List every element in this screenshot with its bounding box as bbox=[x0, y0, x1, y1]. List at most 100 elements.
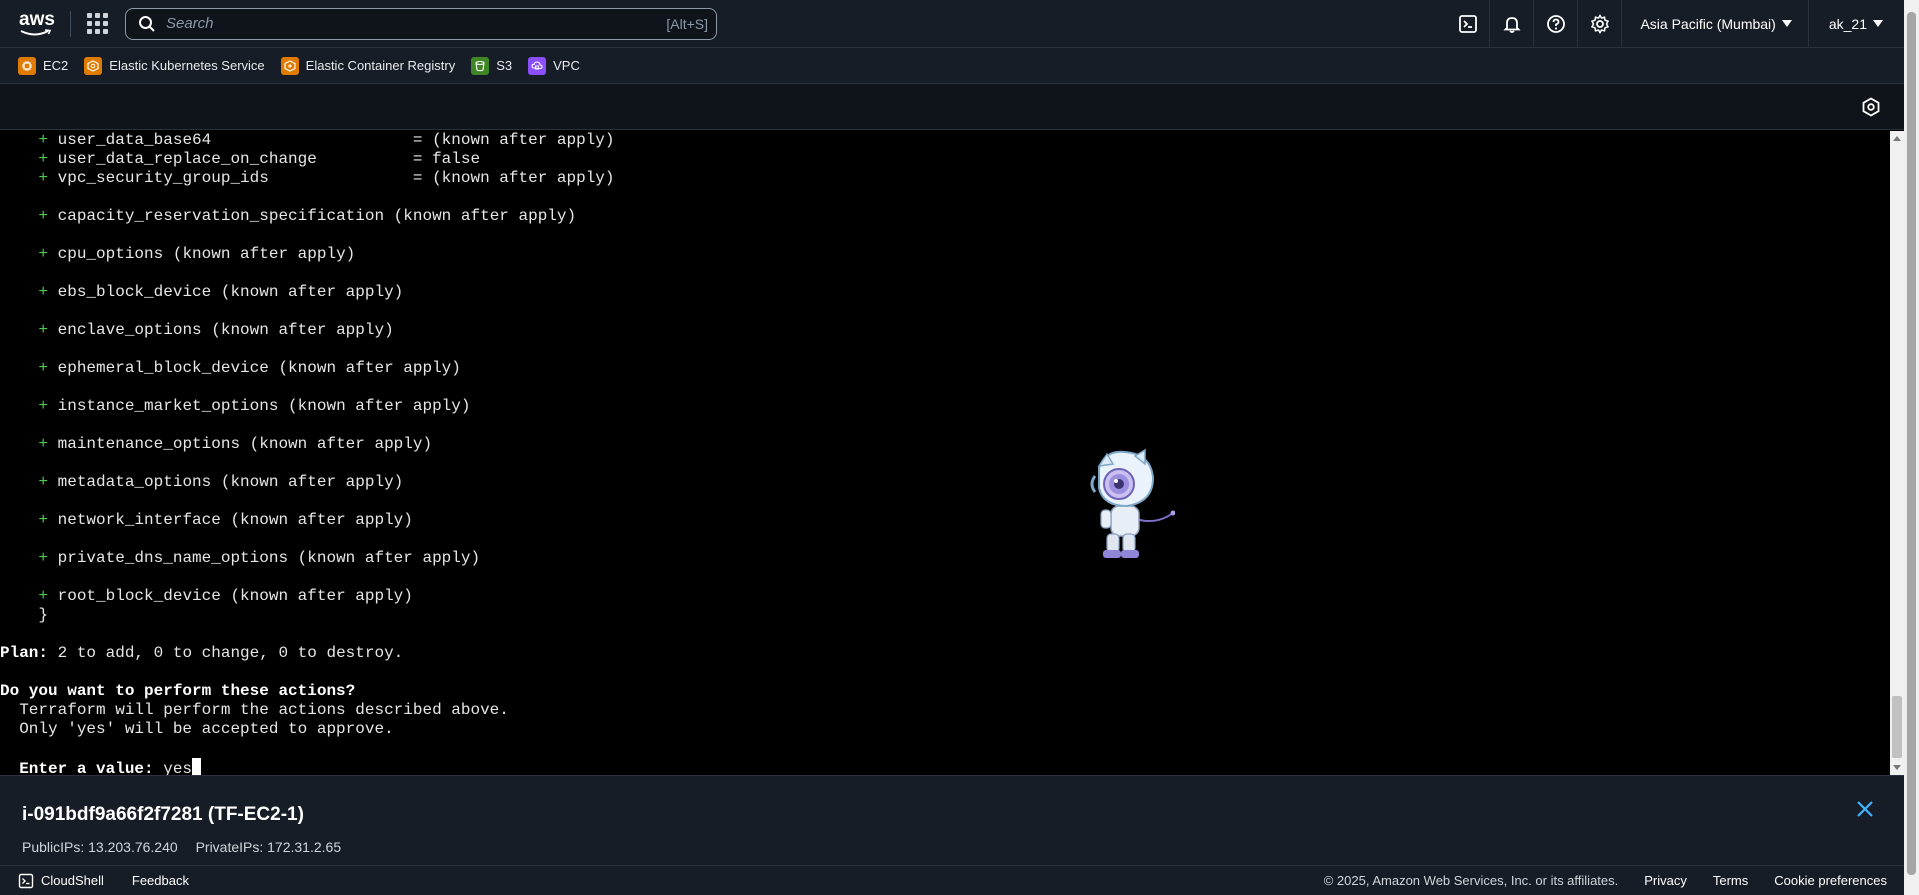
scroll-up-arrow-icon[interactable] bbox=[1893, 136, 1901, 141]
terminal-line: + enclave_options (known after apply) bbox=[0, 321, 1890, 340]
cloudshell-icon bbox=[1459, 14, 1477, 33]
prompt-input[interactable]: yes bbox=[154, 760, 192, 775]
terminal-line-text: ebs_block_device (known after apply) bbox=[48, 283, 404, 301]
terminal-line: + vpc_security_group_ids = (known after … bbox=[0, 169, 1890, 188]
plus-marker: + bbox=[38, 473, 49, 491]
terminal-line-text: metadata_options (known after apply) bbox=[48, 473, 404, 491]
plus-marker: + bbox=[38, 549, 49, 567]
terminal-output[interactable]: + user_data_base64 = (known after apply)… bbox=[0, 131, 1890, 775]
footer: CloudShell Feedback © 2025, Amazon Web S… bbox=[0, 865, 1919, 895]
terminal-line-text: user_data_replace_on_change = false bbox=[48, 150, 481, 168]
terminal-scrollbar[interactable] bbox=[1890, 131, 1904, 775]
terminal-line-text: root_block_device (known after apply) bbox=[48, 587, 413, 605]
plus-marker: + bbox=[38, 207, 49, 225]
page-scrollbar[interactable] bbox=[1904, 0, 1919, 895]
plan-text: 2 to add, 0 to change, 0 to destroy. bbox=[48, 644, 404, 662]
plus-marker: + bbox=[38, 435, 49, 453]
terminal-line-text: } bbox=[0, 606, 49, 624]
chevron-down-icon bbox=[1873, 20, 1883, 27]
terms-link[interactable]: Terms bbox=[1713, 873, 1748, 888]
vpc-icon bbox=[528, 56, 547, 75]
favorite-label: Elastic Kubernetes Service bbox=[109, 58, 265, 73]
top-right-controls: Asia Pacific (Mumbai) ak_21 bbox=[1446, 0, 1919, 48]
search-shortcut-hint: [Alt+S] bbox=[666, 15, 708, 32]
account-menu[interactable]: ak_21 bbox=[1809, 0, 1895, 48]
help-icon bbox=[1547, 14, 1565, 33]
favorite-ec2[interactable]: EC2 bbox=[18, 56, 69, 75]
terminal-line: + private_dns_name_options (known after … bbox=[0, 549, 1890, 568]
scroll-thumb[interactable] bbox=[1892, 696, 1902, 758]
terminal-line-text: user_data_base64 = (known after apply) bbox=[48, 131, 615, 149]
scroll-down-arrow-icon[interactable] bbox=[1893, 765, 1901, 770]
feedback-link[interactable]: Feedback bbox=[132, 873, 189, 888]
eks-icon bbox=[84, 56, 103, 75]
cloudshell-button[interactable] bbox=[1446, 0, 1491, 48]
aws-logo[interactable]: aws bbox=[18, 8, 55, 39]
favorite-s3[interactable]: S3 bbox=[471, 56, 513, 75]
terminal-line-text: private_dns_name_options (known after ap… bbox=[48, 549, 481, 567]
favorite-label: VPC bbox=[553, 58, 580, 73]
terminal-line: + capacity_reservation_specification (kn… bbox=[0, 207, 1890, 226]
terminal-line: + maintenance_options (known after apply… bbox=[0, 435, 1890, 454]
aws-logo-text: aws bbox=[19, 8, 55, 30]
footer-links: © 2025, Amazon Web Services, Inc. or its… bbox=[1324, 873, 1887, 888]
terminal-line-text: vpc_security_group_ids = (known after ap… bbox=[48, 169, 615, 187]
copyright-text: © 2025, Amazon Web Services, Inc. or its… bbox=[1323, 873, 1619, 888]
instance-detail-panel: i-091bdf9a66f2f7281 (TF-EC2-1) PublicIPs… bbox=[0, 775, 1904, 865]
cloudshell-settings-button[interactable] bbox=[1861, 97, 1881, 122]
search-placeholder: Search bbox=[166, 15, 214, 32]
plus-marker: + bbox=[38, 245, 49, 263]
page-scroll-thumb[interactable] bbox=[1907, 12, 1916, 875]
favorite-vpc[interactable]: VPC bbox=[528, 56, 580, 75]
close-panel-button[interactable] bbox=[1856, 800, 1874, 823]
plus-marker: + bbox=[38, 283, 49, 301]
settings-button[interactable] bbox=[1578, 0, 1623, 48]
private-ips: PrivateIPs: 172.31.2.65 bbox=[195, 839, 342, 855]
plus-marker: + bbox=[38, 169, 49, 187]
confirm-description: Only 'yes' will be accepted to approve. bbox=[0, 720, 394, 738]
terminal-line: + instance_market_options (known after a… bbox=[0, 397, 1890, 416]
cloudshell-label: CloudShell bbox=[41, 873, 104, 888]
plus-marker: + bbox=[38, 321, 49, 339]
terminal-line: + user_data_replace_on_change = false bbox=[0, 150, 1890, 169]
favorite-label: EC2 bbox=[43, 58, 69, 73]
favorite-ecr[interactable]: Elastic Container Registry bbox=[280, 56, 456, 75]
terminal-line-text: ephemeral_block_device (known after appl… bbox=[48, 359, 461, 377]
terminal-line: + ephemeral_block_device (known after ap… bbox=[0, 359, 1890, 378]
hexagon-gear-icon bbox=[1862, 97, 1880, 117]
favorite-label: Elastic Container Registry bbox=[305, 58, 456, 73]
notifications-button[interactable] bbox=[1490, 0, 1535, 48]
s3-icon bbox=[471, 56, 490, 75]
search-input[interactable]: Search [Alt+S] bbox=[125, 7, 717, 40]
confirm-question: Do you want to perform these actions? bbox=[0, 682, 356, 700]
gear-icon bbox=[1590, 13, 1610, 34]
cloudshell-footer-button[interactable]: CloudShell bbox=[18, 873, 104, 889]
terminal-line-text: enclave_options (known after apply) bbox=[48, 321, 394, 339]
favorite-label: S3 bbox=[496, 58, 513, 73]
privacy-link[interactable]: Privacy bbox=[1644, 873, 1687, 888]
plus-marker: + bbox=[38, 131, 49, 149]
cookie-preferences-link[interactable]: Cookie preferences bbox=[1774, 873, 1887, 888]
terminal-line: + root_block_device (known after apply) bbox=[0, 587, 1890, 606]
close-icon bbox=[1857, 801, 1873, 817]
services-grid-icon[interactable] bbox=[87, 12, 109, 35]
cloudshell-toolbar bbox=[0, 84, 1919, 130]
terminal-line-text: cpu_options (known after apply) bbox=[48, 245, 356, 263]
help-button[interactable] bbox=[1534, 0, 1579, 48]
ec2-icon bbox=[18, 56, 36, 75]
terminal-line: + ebs_block_device (known after apply) bbox=[0, 283, 1890, 302]
terminal-line-text: maintenance_options (known after apply) bbox=[48, 435, 433, 453]
terminal-line-text: network_interface (known after apply) bbox=[48, 511, 413, 529]
favorite-eks[interactable]: Elastic Kubernetes Service bbox=[84, 56, 265, 75]
region-label: Asia Pacific (Mumbai) bbox=[1640, 15, 1776, 32]
terminal-line-text: instance_market_options (known after app… bbox=[48, 397, 471, 415]
region-selector[interactable]: Asia Pacific (Mumbai) bbox=[1622, 0, 1809, 48]
